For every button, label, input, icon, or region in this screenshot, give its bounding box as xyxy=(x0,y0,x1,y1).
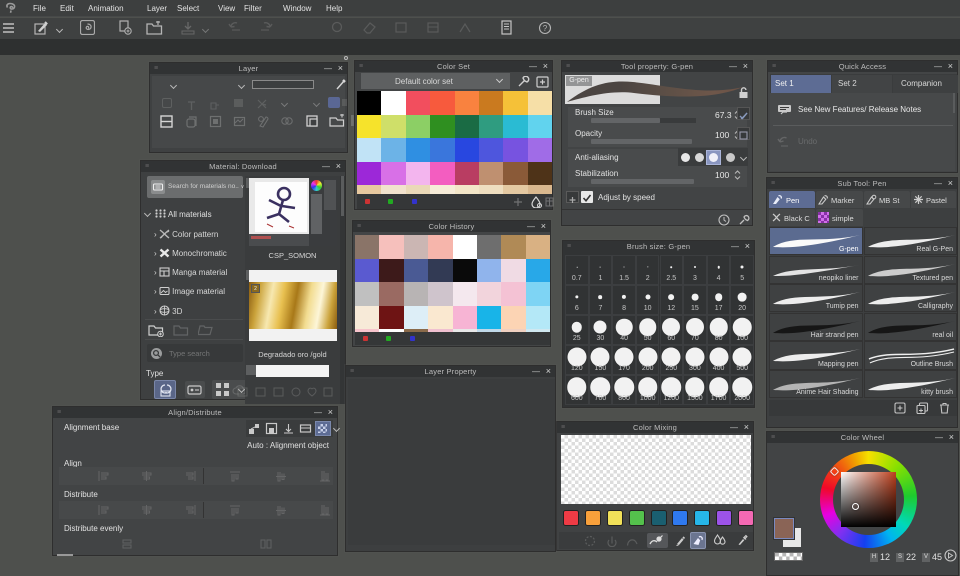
svg-text:?: ? xyxy=(543,24,548,33)
